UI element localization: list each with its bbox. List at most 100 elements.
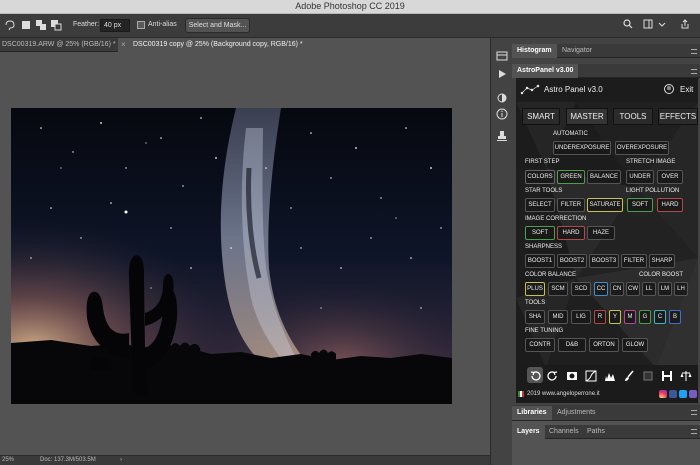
green-button[interactable]: GREEN [557,170,585,184]
tab-dsc00319-arw[interactable]: DSC00319.ARW @ 25% (RGB/16) * [0,38,118,52]
glow-button[interactable]: GLOW [622,338,648,352]
orton-button[interactable]: ORTON [589,338,619,352]
curves-icon[interactable] [585,370,597,382]
section-sharpness: SHARPNESS [525,244,563,250]
workspace-dropdown-icon[interactable] [657,19,667,29]
over-button[interactable]: OVER [657,170,683,184]
tab-layers[interactable]: Layers [512,425,545,439]
dodge-burn-button[interactable]: D&B [558,338,586,352]
select-button[interactable]: SELECT [525,198,555,212]
balance-button[interactable]: BALANCE [587,170,621,184]
tab-label: DSC00319.ARW @ 25% (RGB/16) * [2,41,116,48]
boost1-button[interactable]: BOOST1 [525,254,555,268]
tab-master[interactable]: MASTER [566,108,608,125]
twitter-icon[interactable] [679,390,687,398]
stamp-icon[interactable] [496,130,508,142]
tab-navigator[interactable]: Navigator [557,44,597,58]
zoom-level[interactable]: 25% [2,457,14,463]
sharp-button[interactable]: SHARP [649,254,675,268]
tab-effects[interactable]: EFFECTS [658,108,698,125]
panel-menu-icon[interactable] [691,69,697,74]
document-canvas[interactable] [0,52,490,455]
website-link[interactable]: 2019 www.angeloperrone.it [527,391,600,397]
ic-hard-button[interactable]: HARD [557,226,585,240]
boost2-button[interactable]: BOOST2 [557,254,587,268]
panel-menu-icon[interactable] [691,410,697,415]
cn-button[interactable]: CN [610,282,624,296]
antialias-checkbox[interactable] [137,21,145,29]
plus-button[interactable]: PLUS [525,282,545,296]
workspace-icon[interactable] [643,19,653,29]
facebook-icon[interactable] [669,390,677,398]
save-icon[interactable] [661,370,673,382]
add-selection-icon[interactable] [35,19,47,31]
haze-button[interactable]: HAZE [587,226,615,240]
red-button[interactable]: R [594,310,606,324]
share-icon[interactable] [680,19,690,29]
sha-button[interactable]: SHA [525,310,545,324]
filter-button[interactable]: FILTER [557,198,585,212]
undo-icon[interactable] [529,370,541,382]
feather-input[interactable]: 40 px [100,19,130,32]
saturate-button[interactable]: SATURATE [587,198,623,212]
tab-astropanel[interactable]: AstroPanel v3.00 [512,64,579,78]
overexposure-button[interactable]: OVEREXPOSURE [615,141,669,155]
panel-background [516,78,698,403]
ic-soft-button[interactable]: SOFT [525,226,555,240]
brush-icon[interactable] [623,370,635,382]
scale-icon[interactable] [680,370,692,382]
scd-button[interactable]: SCD [571,282,591,296]
select-and-mask-button[interactable]: Select and Mask... [185,18,250,33]
under-button[interactable]: UNDER [626,170,654,184]
history-icon[interactable] [496,50,508,62]
sharp-filter-button[interactable]: FILTER [621,254,647,268]
lig-button[interactable]: LIG [571,310,591,324]
adjustments-icon[interactable] [496,92,508,104]
tab-adjustments[interactable]: Adjustments [552,406,601,420]
exit-button[interactable]: Exit [680,85,693,94]
tab-histogram[interactable]: Histogram [512,44,557,58]
levels-icon[interactable] [604,370,616,382]
info-icon[interactable] [496,108,508,120]
lm-button[interactable]: LM [658,282,672,296]
window-title: Adobe Photoshop CC 2019 [295,1,405,11]
exit-icon[interactable]: ⊗ [664,84,674,94]
mask-icon[interactable] [566,370,578,382]
subtract-selection-icon[interactable] [50,19,62,31]
yellow-button[interactable]: Y [609,310,621,324]
scm-button[interactable]: SCM [548,282,568,296]
cw-button[interactable]: CW [626,282,640,296]
colors-button[interactable]: COLORS [525,170,555,184]
tab-smart[interactable]: SMART [522,108,560,125]
layer-icon[interactable] [642,370,654,382]
tab-channels[interactable]: Channels [544,425,584,439]
tab-libraries[interactable]: Libraries [512,406,552,420]
boost3-button[interactable]: BOOST3 [589,254,619,268]
lp-soft-button[interactable]: SOFT [627,198,653,212]
green-tool-button[interactable]: G [639,310,651,324]
email-icon[interactable] [689,390,697,398]
mid-button[interactable]: MID [548,310,568,324]
tab-dsc00319-copy[interactable]: × DSC00319 copy @ 25% (Background copy, … [118,38,490,52]
magenta-button[interactable]: M [624,310,636,324]
blue-button[interactable]: B [669,310,681,324]
status-menu-arrow[interactable]: › [120,457,122,463]
redo-icon[interactable] [547,370,559,382]
cc-button[interactable]: CC [594,282,608,296]
panel-menu-icon[interactable] [691,429,697,434]
lh-button[interactable]: LH [674,282,688,296]
play-icon[interactable] [496,68,508,80]
new-selection-icon[interactable] [20,19,32,31]
contr-button[interactable]: CONTR [525,338,555,352]
tab-paths[interactable]: Paths [582,425,610,439]
search-icon[interactable] [623,19,633,29]
instagram-icon[interactable] [659,390,667,398]
lasso-tool-icon[interactable] [4,19,16,31]
tab-tools[interactable]: TOOLS [613,108,653,125]
panel-menu-icon[interactable] [691,49,697,54]
underexposure-button[interactable]: UNDEREXPOSURE [553,141,611,155]
close-icon[interactable]: × [121,38,126,52]
ll-button[interactable]: LL [642,282,656,296]
cyan-button[interactable]: C [654,310,666,324]
lp-hard-button[interactable]: HARD [657,198,683,212]
